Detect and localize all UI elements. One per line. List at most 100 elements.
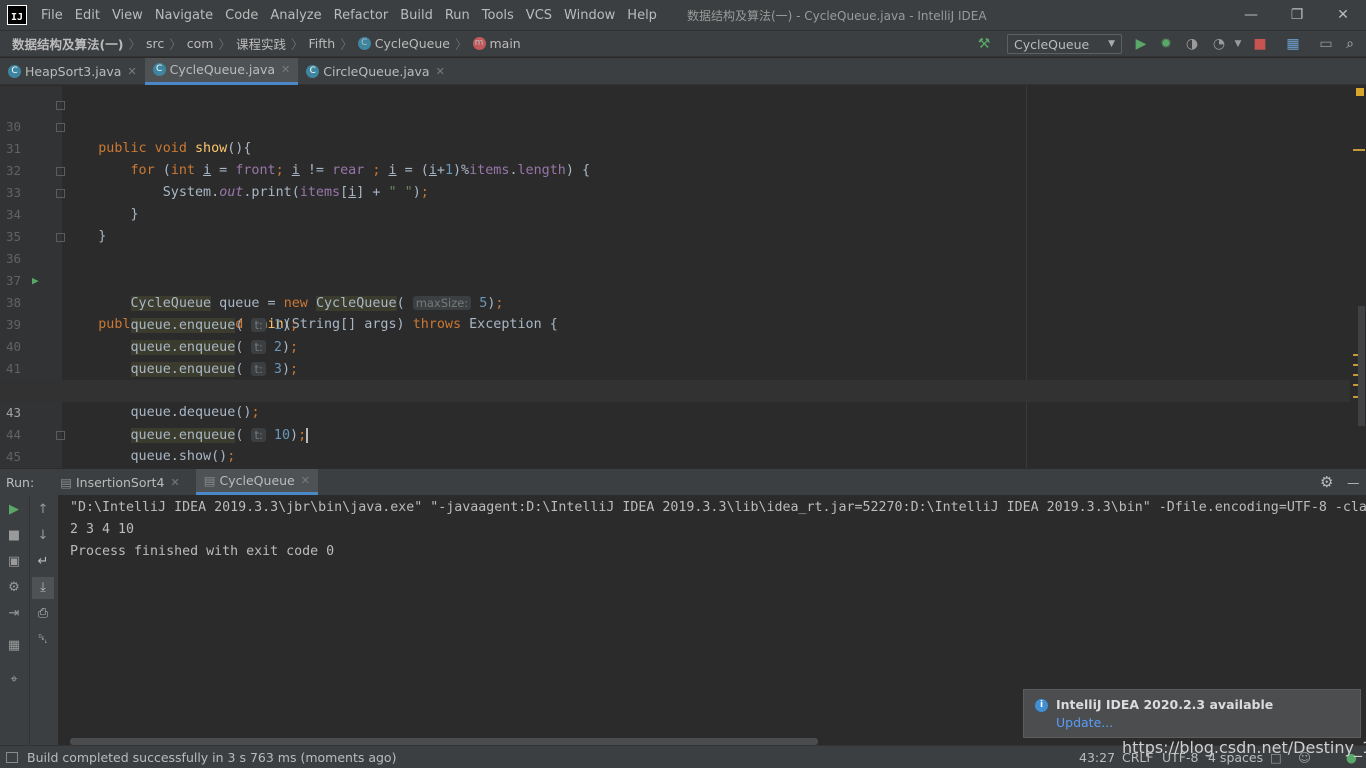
- menu-code[interactable]: Code: [219, 8, 264, 23]
- settings-gear-icon[interactable]: ⚙: [1320, 473, 1333, 491]
- main-menu: File Edit View Navigate Code Analyze Ref…: [35, 8, 663, 23]
- fold-marker-icon[interactable]: [56, 101, 65, 110]
- intellij-logo-icon: IJ: [7, 5, 27, 25]
- code-line-current: 43 queue.enqueue( t: 10);: [0, 380, 1350, 443]
- horizontal-scrollbar[interactable]: [70, 738, 818, 745]
- update-link[interactable]: Update...: [1056, 715, 1113, 730]
- pin-icon[interactable]: ⌖: [5, 671, 23, 689]
- soft-wrap-icon[interactable]: ↵: [34, 553, 52, 571]
- menu-vcs[interactable]: VCS: [520, 8, 558, 23]
- scroll-to-end-icon[interactable]: ⤓: [32, 577, 54, 599]
- breadcrumb-project[interactable]: 数据结构及算法(一): [12, 34, 123, 53]
- run-configuration-select[interactable]: CycleQueue ▼: [1007, 34, 1122, 54]
- code-line: 41 queue.enqueue( t: 4);: [0, 336, 1350, 399]
- fold-marker-icon[interactable]: [56, 431, 65, 440]
- menu-tools[interactable]: Tools: [476, 8, 520, 23]
- tab-heapsort3[interactable]: C HeapSort3.java ✕: [0, 58, 145, 85]
- stop-icon[interactable]: ■: [5, 527, 23, 545]
- close-icon[interactable]: ✕: [1320, 0, 1366, 30]
- warning-indicator-icon[interactable]: [1356, 88, 1364, 96]
- run-icon[interactable]: ▶: [1132, 35, 1150, 53]
- run-toolbar: ▶ ■ ▣ ⚙ ⇥ ▦ ⌖ ↑ ↓ ↵ ⤓ ⎙ ␡: [0, 495, 58, 745]
- profile-dropdown-icon[interactable]: ▼: [1229, 35, 1247, 53]
- fold-marker-icon[interactable]: [56, 123, 65, 132]
- status-message[interactable]: Build completed successfully in 3 s 763 …: [27, 750, 396, 765]
- menu-navigate[interactable]: Navigate: [149, 8, 219, 23]
- breadcrumb-com[interactable]: com: [187, 36, 214, 51]
- code-line: 31 for (int i = front; i != rear ; i = (…: [0, 116, 1350, 178]
- code-line: 40 queue.enqueue( t: 3);: [0, 314, 1350, 377]
- search-icon[interactable]: ⌕: [1341, 35, 1359, 53]
- title-bar: IJ File Edit View Navigate Code Analyze …: [0, 0, 1366, 30]
- vertical-scrollbar[interactable]: [1358, 306, 1365, 426]
- menu-help[interactable]: Help: [621, 8, 663, 23]
- caret-position[interactable]: 43:27: [1079, 750, 1115, 765]
- layout-icon[interactable]: ▦: [5, 637, 23, 655]
- tab-circlequeue[interactable]: C CircleQueue.java ✕: [298, 58, 453, 85]
- code-line: 35: [0, 204, 1350, 244]
- menu-build[interactable]: Build: [394, 8, 439, 23]
- project-structure-icon[interactable]: ▦: [1284, 35, 1302, 53]
- code-line: 38 queue.enqueue( t: 1);: [0, 270, 1350, 333]
- camera-icon[interactable]: ▣: [5, 553, 23, 571]
- close-tab-icon[interactable]: ✕: [127, 65, 136, 78]
- up-arrow-icon[interactable]: ↑: [34, 501, 52, 519]
- rerun-icon[interactable]: ▶: [5, 501, 23, 519]
- console-line: 2 3 4 10: [70, 522, 135, 537]
- run-tab-label: CycleQueue: [219, 473, 295, 488]
- class-icon: C: [8, 64, 21, 78]
- update-notification[interactable]: i IntelliJ IDEA 2020.2.3 available Updat…: [1023, 689, 1361, 738]
- breadcrumb-fifth[interactable]: Fifth: [308, 36, 335, 51]
- menu-edit[interactable]: Edit: [69, 8, 106, 23]
- console-output[interactable]: "D:\IntelliJ IDEA 2019.3.3\jbr\bin\java.…: [70, 497, 1366, 563]
- menu-refactor[interactable]: Refactor: [328, 8, 395, 23]
- navigation-bar: 数据结构及算法(一) 〉 src 〉 com 〉 课程实践〉 Fifth 〉 C Cycl…: [0, 30, 1366, 57]
- restore-icon[interactable]: ❐: [1274, 0, 1320, 30]
- fold-marker-icon[interactable]: [56, 189, 65, 198]
- toggle-tool-windows-icon[interactable]: [6, 751, 18, 763]
- hide-panel-icon[interactable]: —: [1347, 475, 1360, 490]
- down-arrow-icon[interactable]: ↓: [34, 527, 52, 545]
- menu-file[interactable]: File: [35, 8, 69, 23]
- exit-icon[interactable]: ⇥: [5, 605, 23, 623]
- gear-icon[interactable]: ⚙: [5, 579, 23, 597]
- close-tab-icon[interactable]: ✕: [170, 476, 179, 489]
- fold-marker-icon[interactable]: [56, 167, 65, 176]
- breadcrumb-method[interactable]: main: [490, 36, 521, 51]
- menu-analyze[interactable]: Analyze: [264, 8, 327, 23]
- minimize-icon[interactable]: —: [1228, 0, 1274, 30]
- close-tab-icon[interactable]: ✕: [436, 65, 445, 78]
- breadcrumb-src[interactable]: src: [146, 36, 164, 51]
- profile-icon[interactable]: ◔: [1210, 35, 1228, 53]
- breadcrumb-class[interactable]: CycleQueue: [375, 36, 450, 51]
- build-hammer-icon[interactable]: ⚒: [975, 35, 993, 53]
- tab-cyclequeue[interactable]: C CycleQueue.java ✕: [144, 57, 299, 85]
- trash-icon[interactable]: ␡: [34, 631, 52, 649]
- editor-tabs: C HeapSort3.java ✕ C CycleQueue.java ✕ C…: [0, 57, 1366, 85]
- code-line: 30 public void show(){: [0, 94, 1350, 156]
- run-tab-cyclequeue[interactable]: ▤ CycleQueue ✕: [195, 469, 318, 495]
- code-line: 34 }: [0, 182, 1350, 244]
- debug-icon[interactable]: ✹: [1157, 35, 1175, 53]
- print-icon[interactable]: ⎙: [34, 605, 52, 623]
- menu-run[interactable]: Run: [439, 8, 476, 23]
- class-icon: C: [152, 63, 166, 76]
- run-tab-insertionsort4[interactable]: ▤ InsertionSort4 ✕: [52, 469, 188, 495]
- run-config-label: CycleQueue: [1014, 36, 1090, 52]
- tab-label: CycleQueue.java: [169, 62, 276, 77]
- coverage-icon[interactable]: ◑: [1183, 35, 1201, 53]
- menu-window[interactable]: Window: [558, 8, 621, 23]
- close-tab-icon[interactable]: ✕: [281, 63, 290, 76]
- console-icon: ▤: [60, 474, 72, 490]
- code-line: 42 queue.dequeue();: [0, 358, 1350, 420]
- code-editor[interactable]: 30 public void show(){ 31 for (int i = f…: [0, 86, 1366, 468]
- breadcrumb-package[interactable]: 课程实践: [236, 34, 286, 53]
- stop-icon[interactable]: ■: [1251, 35, 1269, 53]
- fold-marker-icon[interactable]: [56, 233, 65, 242]
- error-stripe-mark[interactable]: [1353, 149, 1365, 151]
- presentation-mode-icon[interactable]: ▭: [1317, 35, 1335, 53]
- code-line: 33 }: [0, 160, 1350, 222]
- menu-view[interactable]: View: [106, 8, 149, 23]
- close-tab-icon[interactable]: ✕: [301, 474, 310, 487]
- code-line: 39 queue.enqueue( t: 2);: [0, 292, 1350, 355]
